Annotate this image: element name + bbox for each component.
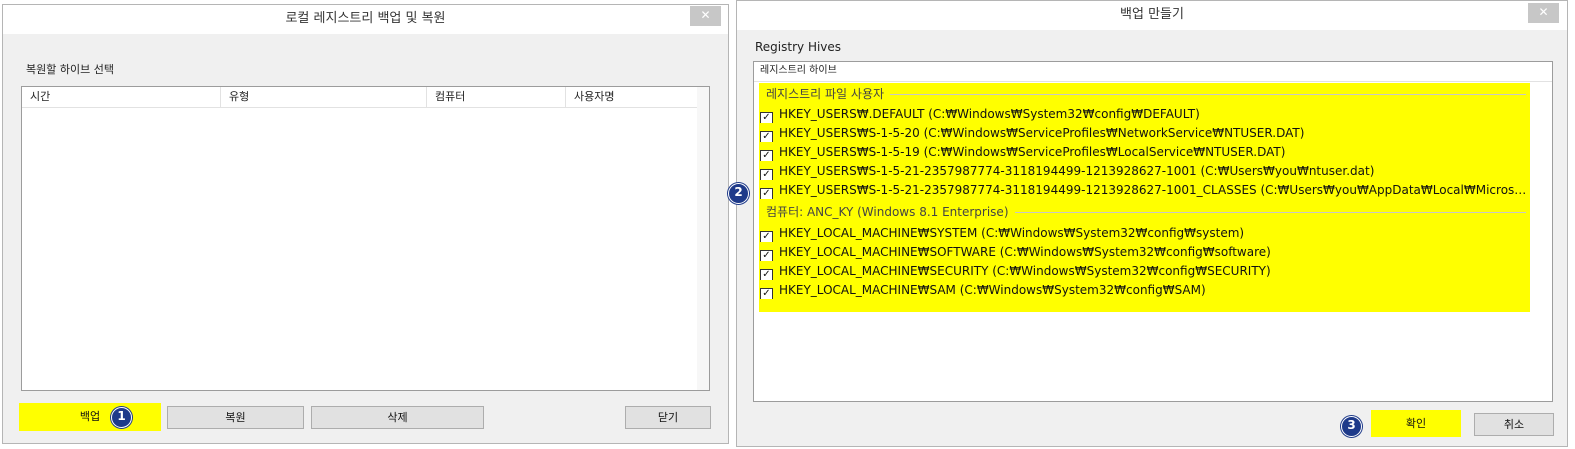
column-computer[interactable]: 컴퓨터 (427, 87, 566, 107)
create-backup-client: Registry Hives 레지스트리 하이브 레지스트리 파일 사용자 ✓ H… (745, 31, 1559, 438)
hive-select-label: 복원할 하이브 선택 (26, 63, 114, 76)
hive-item-label: HKEY_LOCAL_MACHINE₩SAM (C:₩Windows₩Syste… (779, 283, 1206, 297)
checkbox-checked-icon[interactable]: ✓ (760, 112, 773, 123)
cancel-button[interactable]: 취소 (1474, 413, 1554, 436)
backup-restore-client: 복원할 하이브 선택 시간 유형 컴퓨터 사용자명 백업 1 복원 삭제 닫기 (11, 35, 720, 435)
hive-list-header: 레지스트리 하이브 (754, 62, 1552, 82)
close-icon[interactable]: ✕ (690, 6, 721, 26)
column-username[interactable]: 사용자명 (566, 87, 700, 107)
backup-restore-window: 로컬 레지스트리 백업 및 복원 ✕ 복원할 하이브 선택 시간 유형 컴퓨터 … (2, 4, 729, 444)
hive-item-label: HKEY_LOCAL_MACHINE₩SOFTWARE (C:₩Windows₩… (779, 245, 1271, 259)
backup-restore-titlebar: 로컬 레지스트리 백업 및 복원 (3, 5, 728, 34)
checkbox-checked-icon[interactable]: ✓ (760, 231, 773, 242)
hive-item-label: HKEY_USERS₩S-1-5-19 (C:₩Windows₩ServiceP… (779, 145, 1286, 159)
callout-1-badge: 1 (111, 407, 132, 428)
registry-hives-label: Registry Hives (755, 40, 842, 54)
hive-item[interactable]: ✓ HKEY_USERS₩S-1-5-20 (C:₩Windows₩Service… (760, 124, 1530, 142)
checkbox-checked-icon[interactable]: ✓ (760, 131, 773, 142)
checkbox-checked-icon[interactable]: ✓ (760, 188, 773, 199)
group-header-computer: 컴퓨터: ANC_KY (Windows 8.1 Enterprise) (766, 203, 1526, 221)
registry-hive-list[interactable]: 레지스트리 하이브 레지스트리 파일 사용자 ✓ HKEY_USERS₩.DEFA… (753, 61, 1553, 402)
hive-item[interactable]: ✓ HKEY_USERS₩S-1-5-21-2357987774-31181944… (760, 181, 1530, 199)
window-title: 로컬 레지스트리 백업 및 복원 (285, 11, 446, 26)
backup-list[interactable]: 시간 유형 컴퓨터 사용자명 (21, 86, 710, 391)
hive-item-label: HKEY_USERS₩.DEFAULT (C:₩Windows₩System32… (779, 107, 1200, 121)
callout-2-badge: 2 (728, 183, 749, 204)
hive-item[interactable]: ✓ HKEY_USERS₩S-1-5-21-2357987774-31181944… (760, 162, 1530, 180)
create-backup-titlebar: 백업 만들기 (737, 1, 1567, 30)
checkbox-checked-icon[interactable]: ✓ (760, 269, 773, 280)
ok-button[interactable]: 확인 (1371, 410, 1461, 437)
hive-item[interactable]: ✓ HKEY_LOCAL_MACHINE₩SYSTEM (C:₩Windows₩S… (760, 224, 1530, 242)
create-backup-window: 백업 만들기 ✕ Registry Hives 레지스트리 하이브 레지스트리 … (736, 0, 1568, 447)
checkbox-checked-icon[interactable]: ✓ (760, 150, 773, 161)
close-button[interactable]: 닫기 (625, 406, 711, 429)
hive-item-label: HKEY_USERS₩S-1-5-21-2357987774-311819449… (779, 164, 1375, 178)
list-scrollbar[interactable] (697, 87, 709, 390)
hive-item[interactable]: ✓ HKEY_USERS₩.DEFAULT (C:₩Windows₩System3… (760, 105, 1530, 123)
hive-item-label: HKEY_LOCAL_MACHINE₩SYSTEM (C:₩Windows₩Sy… (779, 226, 1245, 240)
restore-button[interactable]: 복원 (167, 406, 304, 429)
hive-item-label: HKEY_USERS₩S-1-5-21-2357987774-311819449… (779, 183, 1530, 197)
checkbox-checked-icon[interactable]: ✓ (760, 169, 773, 180)
group-header-user-files: 레지스트리 파일 사용자 (766, 85, 1526, 103)
group-label: 레지스트리 파일 사용자 (766, 87, 891, 101)
backup-button[interactable]: 백업 (19, 403, 161, 431)
column-time[interactable]: 시간 (22, 87, 221, 107)
hive-item-label: HKEY_USERS₩S-1-5-20 (C:₩Windows₩ServiceP… (779, 126, 1305, 140)
group-label: 컴퓨터: ANC_KY (Windows 8.1 Enterprise) (766, 205, 1015, 219)
backup-list-header: 시간 유형 컴퓨터 사용자명 (22, 87, 700, 108)
hive-item[interactable]: ✓ HKEY_LOCAL_MACHINE₩SOFTWARE (C:₩Windows… (760, 243, 1530, 261)
column-type[interactable]: 유형 (221, 87, 427, 107)
checkbox-checked-icon[interactable]: ✓ (760, 288, 773, 299)
checkbox-checked-icon[interactable]: ✓ (760, 250, 773, 261)
delete-button[interactable]: 삭제 (311, 406, 484, 429)
window-title: 백업 만들기 (1120, 7, 1184, 22)
close-icon[interactable]: ✕ (1528, 3, 1559, 23)
hive-item[interactable]: ✓ HKEY_LOCAL_MACHINE₩SAM (C:₩Windows₩Syst… (760, 281, 1530, 299)
callout-3-badge: 3 (1341, 416, 1362, 437)
hive-item[interactable]: ✓ HKEY_LOCAL_MACHINE₩SECURITY (C:₩Windows… (760, 262, 1530, 280)
hive-item-label: HKEY_LOCAL_MACHINE₩SECURITY (C:₩Windows₩… (779, 264, 1271, 278)
hive-item[interactable]: ✓ HKEY_USERS₩S-1-5-19 (C:₩Windows₩Service… (760, 143, 1530, 161)
